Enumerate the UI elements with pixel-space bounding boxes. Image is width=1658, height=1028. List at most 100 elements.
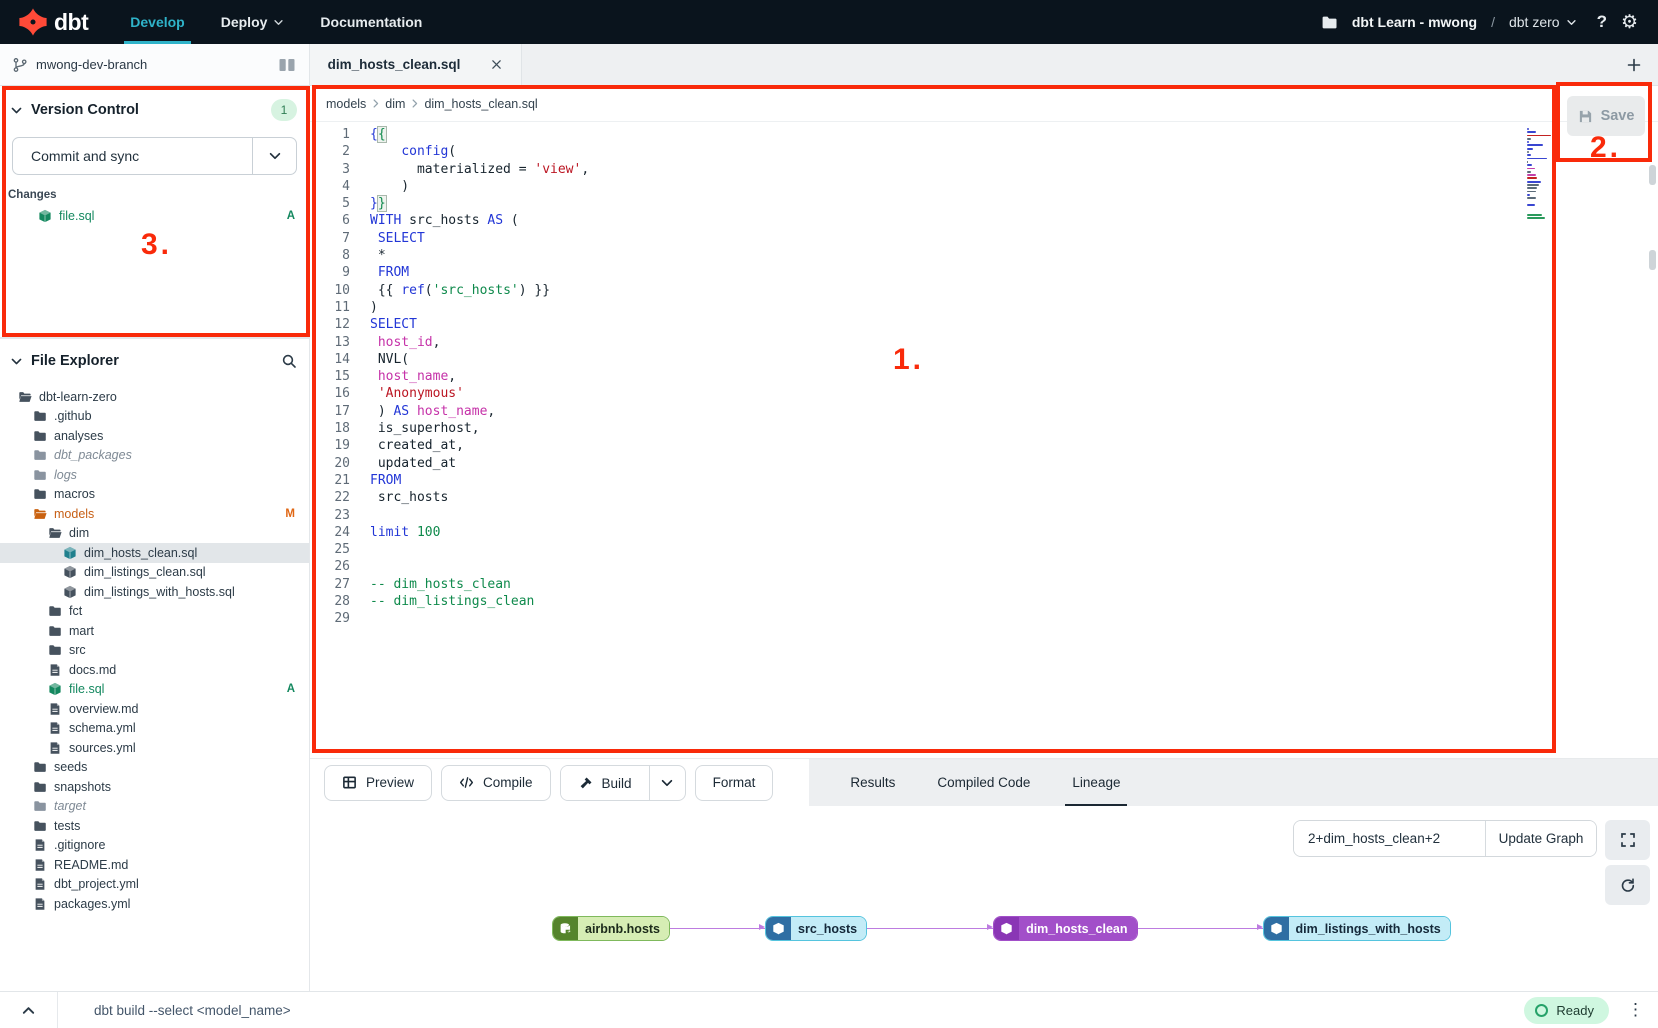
breadcrumb-models[interactable]: models xyxy=(326,97,366,111)
environment-selector[interactable]: dbt zero xyxy=(1509,14,1577,30)
code-line: 13 host_id, xyxy=(310,334,1658,351)
lineage-panel: Update Graph airbnb.hosts src_hosts dim_ho… xyxy=(310,806,1658,991)
model-cube-icon xyxy=(38,209,52,223)
nav-develop[interactable]: Develop xyxy=(130,0,184,44)
line-number: 19 xyxy=(310,437,350,454)
update-graph-button[interactable]: Update Graph xyxy=(1485,821,1596,856)
code-editor[interactable]: 1{{2 config(3 materialized = 'view',4 )5… xyxy=(310,122,1658,758)
tab-compiled-code[interactable]: Compiled Code xyxy=(916,759,1051,806)
command-bar-toggle[interactable] xyxy=(0,992,58,1028)
tree-item-sources-yml[interactable]: sources.yml xyxy=(0,738,309,758)
line-number: 18 xyxy=(310,420,350,437)
scrollbar-thumb[interactable] xyxy=(1649,165,1656,185)
file-explorer-header[interactable]: File Explorer xyxy=(0,338,309,379)
tree-item-docs-md[interactable]: docs.md xyxy=(0,660,309,680)
tree-item-dim-listings-with-hosts-sql[interactable]: dim_listings_with_hosts.sql xyxy=(0,582,309,602)
breadcrumb-file[interactable]: dim_hosts_clean.sql xyxy=(424,97,537,111)
lineage-node-dim-hosts-clean[interactable]: dim_hosts_clean xyxy=(993,916,1137,941)
line-number: 17 xyxy=(310,403,350,420)
tree-item-label: analyses xyxy=(54,429,103,443)
close-icon[interactable] xyxy=(490,58,503,71)
lineage-node-dim-listings-with-hosts[interactable]: dim_listings_with_hosts xyxy=(1263,916,1451,941)
build-split-button: Build xyxy=(560,765,686,801)
help-button[interactable]: ? xyxy=(1597,12,1607,32)
preview-button[interactable]: Preview xyxy=(324,765,432,801)
code-line: 24limit 100 xyxy=(310,524,1658,541)
save-button[interactable]: Save xyxy=(1567,96,1645,136)
tree-item-tests[interactable]: tests xyxy=(0,816,309,836)
editor-tab-dim-hosts-clean[interactable]: dim_hosts_clean.sql xyxy=(310,44,522,85)
tree-item-readme-md[interactable]: README.md xyxy=(0,855,309,875)
tree-item-mart[interactable]: mart xyxy=(0,621,309,641)
tab-title: dim_hosts_clean.sql xyxy=(328,57,461,72)
tree-item--gitignore[interactable]: .gitignore xyxy=(0,836,309,856)
main-nav: Develop Deploy Documentation xyxy=(130,0,422,44)
lineage-node-label: dim_listings_with_hosts xyxy=(1289,917,1450,940)
model-cube-icon xyxy=(63,565,77,579)
line-number: 9 xyxy=(310,264,350,281)
dbt-brand[interactable]: dbt xyxy=(18,7,88,37)
project-folder-icon xyxy=(1321,14,1338,31)
tree-item-dbt-packages[interactable]: dbt_packages xyxy=(0,446,309,466)
tree-item-dim-listings-clean-sql[interactable]: dim_listings_clean.sql xyxy=(0,563,309,583)
reset-icon xyxy=(1620,877,1636,893)
tree-item--github[interactable]: .github xyxy=(0,407,309,427)
line-number: 20 xyxy=(310,455,350,472)
lineage-selector-input[interactable] xyxy=(1294,821,1485,856)
compile-button[interactable]: Compile xyxy=(441,765,551,801)
search-icon[interactable] xyxy=(281,353,297,369)
nav-documentation[interactable]: Documentation xyxy=(320,0,422,44)
tree-item-fct[interactable]: fct xyxy=(0,602,309,622)
tree-item-seeds[interactable]: seeds xyxy=(0,758,309,778)
chevron-right-icon xyxy=(409,98,420,109)
docs-book-icon[interactable] xyxy=(277,57,297,73)
reset-view-button[interactable] xyxy=(1605,865,1650,905)
command-input[interactable]: dbt build --select <model_name> xyxy=(94,1003,291,1018)
tree-item-logs[interactable]: logs xyxy=(0,465,309,485)
fullscreen-button[interactable] xyxy=(1605,820,1650,860)
tree-item-overview-md[interactable]: overview.md xyxy=(0,699,309,719)
editor-toolbar: Preview Compile Build Format xyxy=(310,758,1658,806)
tree-item-dim-hosts-clean-sql[interactable]: dim_hosts_clean.sql xyxy=(0,543,309,563)
tree-item-target[interactable]: target xyxy=(0,797,309,817)
commit-and-sync-button[interactable]: Commit and sync xyxy=(12,137,297,175)
tab-lineage[interactable]: Lineage xyxy=(1051,759,1141,806)
lineage-node-airbnb-hosts[interactable]: airbnb.hosts xyxy=(552,916,670,941)
tree-item-dim[interactable]: dim xyxy=(0,524,309,544)
tree-item-label: logs xyxy=(54,468,77,482)
tree-item-file-sql[interactable]: file.sqlA xyxy=(0,680,309,700)
build-options-chevron[interactable] xyxy=(649,766,685,800)
minimap[interactable] xyxy=(1527,128,1553,224)
tree-item-schema-yml[interactable]: schema.yml xyxy=(0,719,309,739)
code-line: 16 'Anonymous' xyxy=(310,385,1658,402)
tree-item-dbt-learn-zero[interactable]: dbt-learn-zero xyxy=(0,387,309,407)
tab-results[interactable]: Results xyxy=(829,759,916,806)
tree-item-dbt-project-yml[interactable]: dbt_project.yml xyxy=(0,875,309,895)
build-button[interactable]: Build xyxy=(561,766,649,801)
status-bar: dbt build --select <model_name> Ready ⋮ xyxy=(0,991,1658,1028)
scrollbar-thumb[interactable] xyxy=(1649,250,1656,270)
version-control-header[interactable]: Version Control 1 xyxy=(0,86,309,131)
tree-item-label: README.md xyxy=(54,858,128,872)
code-line: 23 xyxy=(310,507,1658,524)
folder-icon xyxy=(33,429,47,443)
tree-item-src[interactable]: src xyxy=(0,641,309,661)
tree-item-packages-yml[interactable]: packages.yml xyxy=(0,894,309,914)
nav-deploy[interactable]: Deploy xyxy=(221,0,285,44)
tree-item-analyses[interactable]: analyses xyxy=(0,426,309,446)
commit-options-chevron[interactable] xyxy=(252,138,296,174)
lineage-node-src-hosts[interactable]: src_hosts xyxy=(765,916,867,941)
format-button[interactable]: Format xyxy=(695,765,774,801)
new-tab-button[interactable] xyxy=(1626,57,1642,73)
tree-item-snapshots[interactable]: snapshots xyxy=(0,777,309,797)
path-separator: / xyxy=(1491,14,1495,30)
changed-file-row[interactable]: file.sqlA xyxy=(0,207,309,225)
folder-icon xyxy=(33,760,47,774)
tree-item-macros[interactable]: macros xyxy=(0,485,309,505)
kebab-menu[interactable]: ⋮ xyxy=(1627,1000,1644,1020)
settings-gear-icon[interactable]: ⚙ xyxy=(1621,13,1638,32)
breadcrumb-dim[interactable]: dim xyxy=(385,97,405,111)
changes-count-badge: 1 xyxy=(271,99,297,121)
tree-item-models[interactable]: modelsM xyxy=(0,504,309,524)
tree-item-label: dim_listings_with_hosts.sql xyxy=(84,585,235,599)
